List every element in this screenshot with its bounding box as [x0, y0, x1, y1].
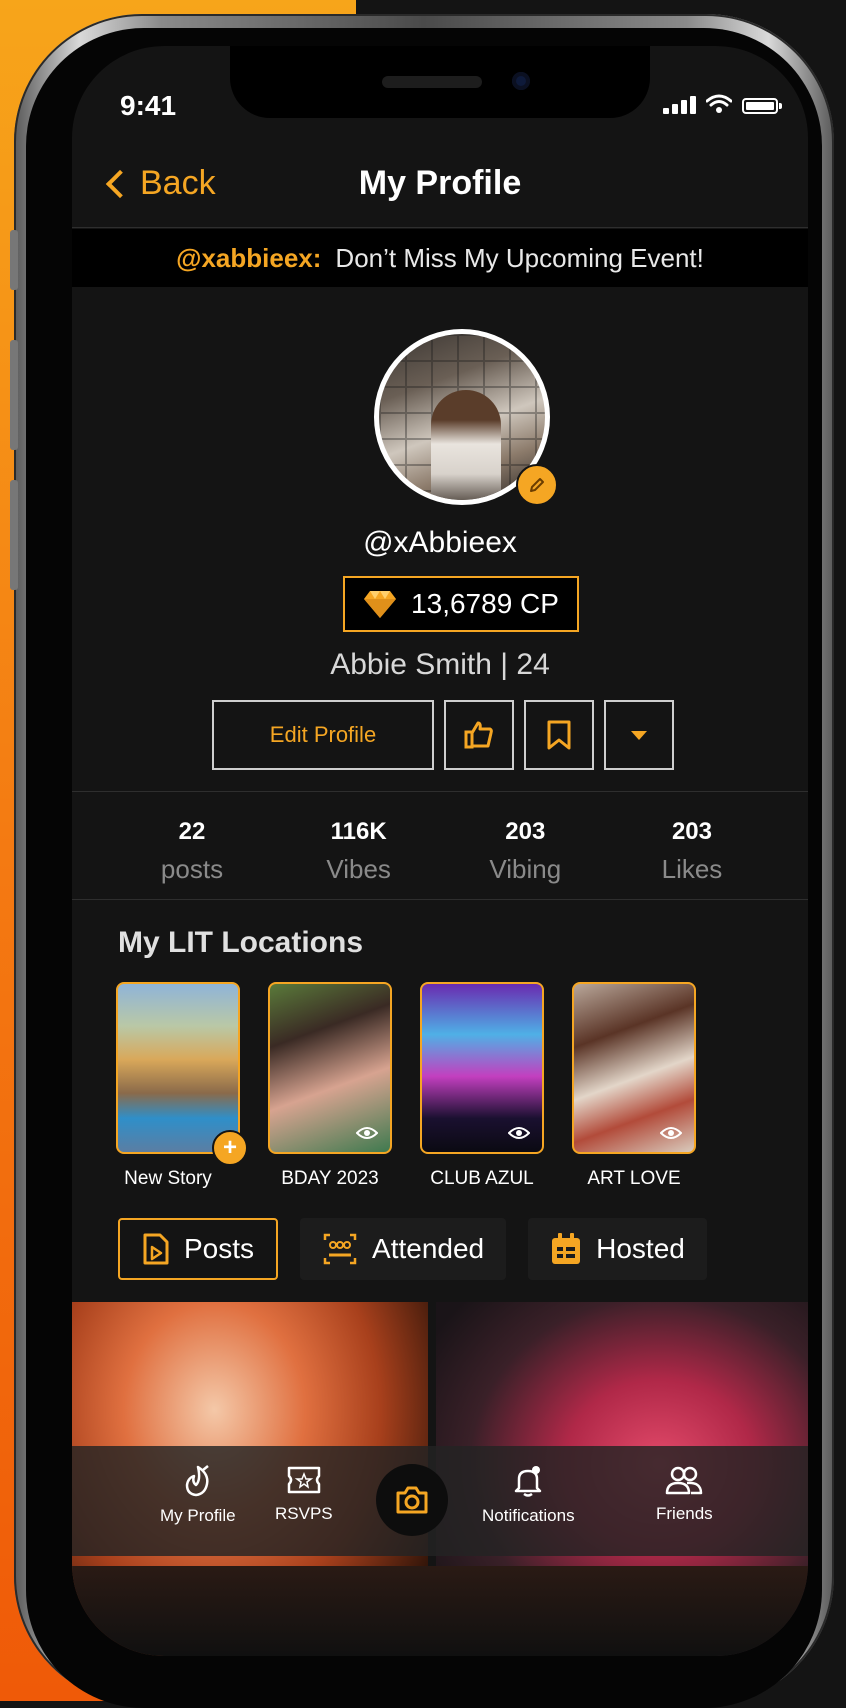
- story-item[interactable]: CLUB AZUL: [420, 982, 544, 1190]
- bookmark-icon: [547, 720, 571, 750]
- friends-icon: [666, 1466, 703, 1495]
- camera-icon: [396, 1486, 428, 1514]
- wifi-icon: [706, 94, 732, 113]
- story-item[interactable]: BDAY 2023: [268, 982, 392, 1190]
- thumbs-up-icon: [464, 721, 493, 749]
- story-label: New Story: [124, 1168, 212, 1189]
- content-tabs: Posts Attended Hosted: [118, 1218, 707, 1280]
- stat-label: Likes: [661, 854, 723, 884]
- attended-icon: [323, 1233, 357, 1265]
- points-value: 13,6789 CP: [411, 588, 559, 619]
- bottom-safe-area: [72, 1566, 808, 1656]
- story-thumbnail: [420, 982, 544, 1154]
- bookmark-button[interactable]: [524, 700, 594, 770]
- tabbar-friends[interactable]: Friends: [656, 1464, 713, 1524]
- tabbar-label: Notifications: [482, 1506, 575, 1525]
- announcement-banner[interactable]: @xabbieex: Don’t Miss My Upcoming Event!: [72, 229, 808, 287]
- story-item[interactable]: + New Story: [116, 982, 248, 1190]
- speaker: [382, 76, 482, 88]
- profile-username: @xAbbieex: [363, 526, 517, 559]
- section-title-locations: My LIT Locations: [118, 926, 364, 959]
- hosted-icon: [552, 1233, 581, 1264]
- tab-attended[interactable]: Attended: [300, 1218, 507, 1280]
- notch: [230, 46, 650, 118]
- story-label: CLUB AZUL: [430, 1168, 534, 1189]
- stat-label: posts: [160, 854, 224, 884]
- caret-down-icon: [631, 731, 647, 740]
- side-button: [10, 230, 18, 290]
- status-icons: [663, 94, 782, 114]
- banner-handle: @xabbieex:: [176, 242, 322, 273]
- eye-icon: [660, 1127, 682, 1139]
- stat-posts[interactable]: 22 posts: [122, 818, 262, 885]
- tabbar-rsvps[interactable]: RSVPS: [275, 1464, 333, 1524]
- navigation-bar: Back My Profile: [72, 146, 808, 216]
- stat-likes[interactable]: 203 Likes: [622, 818, 762, 885]
- stat-value: 22: [178, 818, 206, 845]
- posts-icon: [143, 1233, 169, 1265]
- diamond-icon: [364, 591, 397, 618]
- tab-label: Attended: [372, 1233, 485, 1264]
- battery-icon: [742, 98, 782, 114]
- more-options-button[interactable]: [604, 700, 674, 770]
- stat-value: 203: [505, 818, 546, 845]
- front-camera: [512, 72, 530, 90]
- divider: [72, 791, 808, 792]
- bell-icon: [515, 1466, 542, 1497]
- tabbar-label: My Profile: [160, 1506, 236, 1525]
- plus-icon[interactable]: +: [212, 1130, 248, 1166]
- profile-actions: Edit Profile: [212, 700, 674, 770]
- pencil-icon: [530, 478, 544, 492]
- profile-logo-icon: [185, 1465, 209, 1497]
- banner-message: Don’t Miss My Upcoming Event!: [335, 242, 704, 273]
- stat-vibing[interactable]: 203 Vibing: [455, 818, 595, 885]
- stat-vibes[interactable]: 116K Vibes: [289, 818, 429, 885]
- story-label: ART LOVE: [587, 1168, 681, 1189]
- stories-row: + New Story BDAY 2023 CLUB AZUL ART LOVE: [116, 982, 696, 1190]
- volume-down-button: [10, 480, 18, 590]
- like-button[interactable]: [444, 700, 514, 770]
- status-time: 9:41: [120, 90, 177, 121]
- story-thumbnail: [572, 982, 696, 1154]
- app-screen: 9:41 Back My Profile @xabbieex: Don’t Mi…: [72, 46, 808, 1656]
- divider: [72, 899, 808, 900]
- eye-icon: [356, 1127, 378, 1139]
- points-badge: 13,6789 CP: [343, 576, 579, 632]
- profile-name-age: Abbie Smith | 24: [330, 648, 550, 681]
- story-thumbnail: [268, 982, 392, 1154]
- volume-up-button: [10, 340, 18, 450]
- edit-avatar-button[interactable]: [516, 464, 558, 506]
- stat-label: Vibing: [489, 854, 562, 884]
- divider: [72, 227, 808, 228]
- stat-value: 116K: [330, 818, 387, 845]
- story-label: BDAY 2023: [281, 1168, 379, 1189]
- story-thumbnail: [116, 982, 240, 1154]
- tab-label: Posts: [184, 1233, 255, 1264]
- tabbar-label: Friends: [656, 1504, 713, 1523]
- edit-profile-button[interactable]: Edit Profile: [212, 700, 434, 770]
- tab-hosted[interactable]: Hosted: [528, 1218, 707, 1280]
- avatar-person: [431, 390, 501, 500]
- camera-button[interactable]: [376, 1464, 448, 1536]
- tabbar-label: RSVPS: [275, 1504, 333, 1523]
- stat-value: 203: [671, 818, 712, 845]
- profile-stats: 22 posts 116K Vibes 203 Vibing 203 Likes: [122, 818, 762, 885]
- signal-icon: [663, 96, 696, 114]
- ticket-icon: [287, 1466, 321, 1494]
- tabbar-my-profile[interactable]: My Profile: [160, 1464, 236, 1526]
- tab-posts[interactable]: Posts: [118, 1218, 279, 1280]
- tabbar-notifications[interactable]: Notifications: [482, 1464, 575, 1526]
- tab-label: Hosted: [596, 1233, 685, 1264]
- page-title: My Profile: [358, 164, 522, 202]
- stat-label: Vibes: [326, 854, 391, 884]
- eye-icon: [508, 1127, 530, 1139]
- story-item[interactable]: ART LOVE: [572, 982, 696, 1190]
